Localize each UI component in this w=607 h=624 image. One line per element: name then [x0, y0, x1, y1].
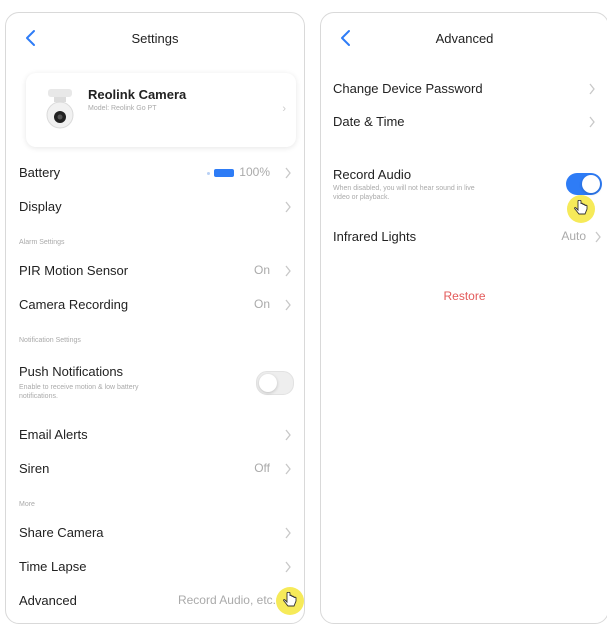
advanced-label: Advanced — [19, 593, 77, 608]
email-row[interactable]: Email Alerts — [6, 418, 304, 452]
datetime-row[interactable]: Date & Time — [321, 105, 607, 139]
recording-value: On — [253, 297, 270, 311]
tap-cursor-icon — [567, 195, 595, 223]
timelapse-row[interactable]: Time Lapse — [6, 550, 304, 584]
infrared-label: Infrared Lights — [333, 229, 417, 244]
camera-card[interactable]: Reolink Camera Model: Reolink Go PT › — [26, 73, 296, 147]
pir-value: On — [253, 263, 270, 277]
audio-label: Record Audio — [333, 167, 412, 182]
page-title: Settings — [131, 31, 179, 46]
advanced-panel: Advanced Change Device Password Date & T… — [320, 12, 607, 624]
chevron-right-icon — [285, 527, 291, 539]
camera-name: Reolink Camera — [88, 87, 187, 102]
settings-panel: Settings Reolink Camera Model: Reolink G… — [5, 12, 305, 624]
chevron-right-icon — [285, 429, 291, 441]
battery-row[interactable]: Battery 100% — [6, 156, 304, 190]
battery-label: Battery — [19, 165, 61, 180]
chevron-right-icon: › — [282, 103, 286, 115]
page-title: Advanced — [435, 31, 494, 46]
recording-label: Camera Recording — [19, 297, 129, 312]
toggle-knob — [259, 374, 277, 392]
chevron-right-icon — [589, 116, 595, 128]
chevron-right-icon — [595, 231, 601, 243]
password-label: Change Device Password — [333, 81, 483, 96]
toggle-knob — [582, 175, 600, 193]
siren-row[interactable]: Siren Off — [6, 452, 304, 486]
chevron-right-icon — [285, 167, 291, 179]
push-description: Enable to receive motion & low battery n… — [19, 384, 139, 400]
pir-label: PIR Motion Sensor — [19, 263, 129, 278]
tap-cursor-icon — [276, 587, 304, 615]
email-label: Email Alerts — [19, 427, 88, 442]
advanced-value: Record Audio, etc. — [177, 593, 276, 607]
battery-value: 100% — [239, 165, 270, 179]
restore-button[interactable]: Restore — [321, 289, 607, 303]
chevron-right-icon — [285, 299, 291, 311]
push-row: Push Notifications Enable to receive mot… — [6, 356, 304, 406]
alarm-section-header: Alarm Settings — [19, 239, 65, 246]
charging-icon — [207, 172, 210, 175]
chevron-right-icon — [589, 83, 595, 95]
advanced-row[interactable]: Advanced Record Audio, etc. — [6, 584, 304, 618]
siren-value: Off — [254, 461, 270, 475]
share-row[interactable]: Share Camera — [6, 516, 304, 550]
infrared-value: Auto — [561, 229, 586, 243]
chevron-right-icon — [285, 201, 291, 213]
timelapse-label: Time Lapse — [19, 559, 87, 574]
camera-model: Model: Reolink Go PT — [88, 105, 157, 112]
siren-label: Siren — [19, 461, 50, 476]
pir-row[interactable]: PIR Motion Sensor On — [6, 254, 304, 288]
advanced-header: Advanced — [321, 13, 607, 65]
chevron-right-icon — [285, 463, 291, 475]
battery-icon — [214, 169, 234, 177]
audio-description: When disabled, you will not hear sound i… — [333, 185, 475, 201]
infrared-row[interactable]: Infrared Lights Auto — [321, 220, 607, 254]
display-label: Display — [19, 199, 62, 214]
more-section-header: More — [19, 501, 35, 508]
push-toggle[interactable] — [256, 371, 294, 395]
datetime-label: Date & Time — [333, 114, 405, 129]
chevron-right-icon — [285, 265, 291, 277]
push-label: Push Notifications — [19, 364, 124, 379]
settings-header: Settings — [6, 13, 304, 65]
recording-row[interactable]: Camera Recording On — [6, 288, 304, 322]
camera-thumbnail — [40, 87, 80, 133]
display-row[interactable]: Display — [6, 190, 304, 224]
chevron-right-icon — [285, 561, 291, 573]
password-row[interactable]: Change Device Password — [321, 72, 607, 106]
audio-toggle[interactable] — [566, 173, 602, 195]
notification-section-header: Notification Settings — [19, 337, 81, 344]
audio-row: Record Audio When disabled, you will not… — [321, 158, 607, 208]
share-label: Share Camera — [19, 525, 104, 540]
